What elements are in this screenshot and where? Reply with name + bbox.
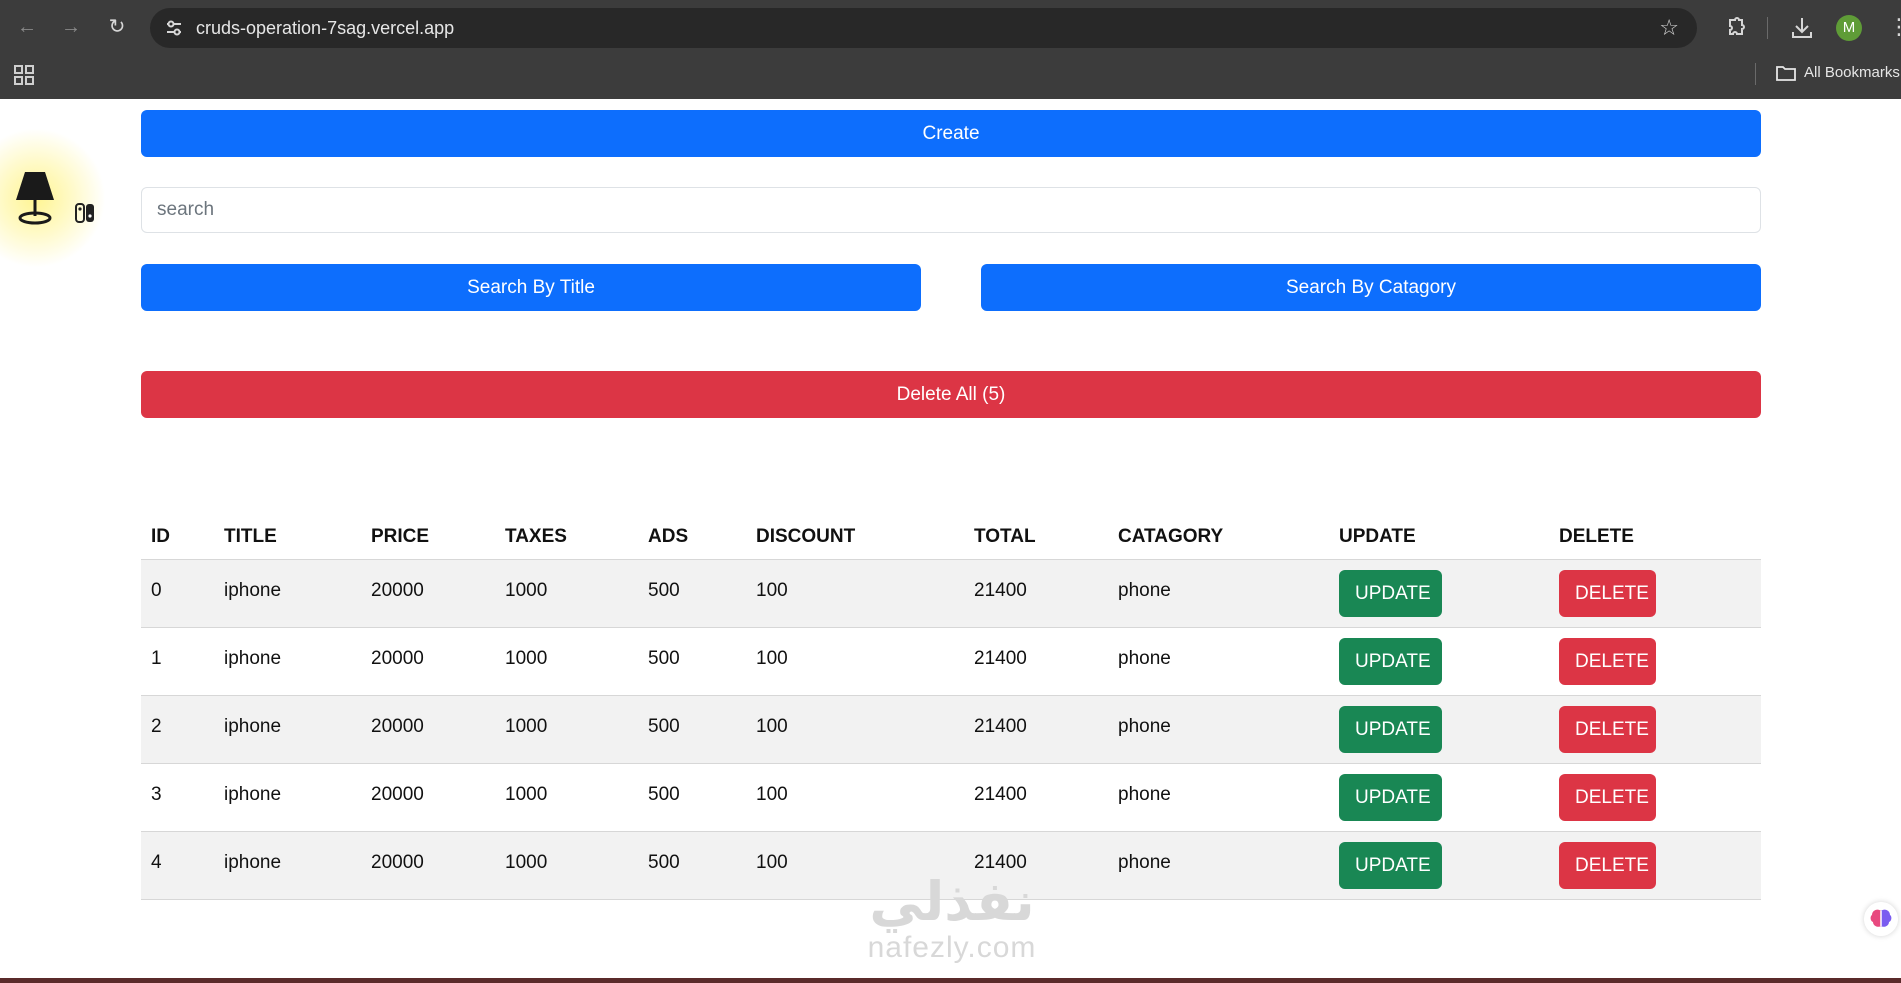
products-table: ID TITLE PRICE TAXES ADS DISCOUNT TOTAL …	[141, 514, 1761, 900]
cell-title: iphone	[224, 648, 282, 669]
cell-price: 20000	[371, 648, 424, 669]
cell-taxes: 1000	[505, 648, 548, 669]
cell-ads: 500	[648, 648, 680, 669]
watermark-latin: nafezly.com	[867, 931, 1037, 964]
bottom-edge	[0, 978, 1901, 983]
cell-ads: 500	[648, 716, 680, 737]
table-row: 1 iphone 20000 1000 500 100 21400 phone …	[141, 627, 1761, 696]
theme-switch-icon[interactable]	[74, 202, 96, 224]
cell-discount: 100	[756, 784, 788, 805]
browser-chrome: ← → ↻ cruds-operation-7sag.vercel.app ☆ …	[0, 0, 1901, 99]
folder-icon	[1776, 66, 1796, 81]
cell-taxes: 1000	[505, 784, 548, 805]
cell-id: 4	[151, 852, 162, 873]
cell-total: 21400	[974, 580, 1027, 601]
cell-category: phone	[1118, 580, 1171, 601]
cell-category: phone	[1118, 852, 1171, 873]
header-update: UPDATE	[1329, 514, 1549, 560]
header-ads: ADS	[638, 514, 746, 560]
table-row: 2 iphone 20000 1000 500 100 21400 phone …	[141, 695, 1761, 764]
delete-all-button[interactable]: Delete All (5)	[141, 371, 1761, 418]
all-bookmarks-label: All Bookmarks	[1804, 64, 1900, 81]
cell-discount: 100	[756, 852, 788, 873]
cell-taxes: 1000	[505, 716, 548, 737]
cell-category: phone	[1118, 716, 1171, 737]
cell-title: iphone	[224, 852, 282, 873]
header-category: CATAGORY	[1108, 514, 1329, 560]
all-bookmarks[interactable]: All Bookmarks	[1776, 62, 1900, 84]
cell-id: 3	[151, 784, 162, 805]
lamp-icon[interactable]	[14, 170, 56, 226]
header-taxes: TAXES	[495, 514, 638, 560]
delete-button[interactable]: DELETE	[1559, 842, 1656, 889]
address-bar[interactable]: cruds-operation-7sag.vercel.app ☆	[150, 8, 1697, 48]
cell-price: 20000	[371, 580, 424, 601]
cell-title: iphone	[224, 784, 282, 805]
cell-discount: 100	[756, 716, 788, 737]
search-by-title-button[interactable]: Search By Title	[141, 264, 921, 311]
download-icon[interactable]	[1788, 14, 1816, 42]
cell-discount: 100	[756, 648, 788, 669]
delete-button[interactable]: DELETE	[1559, 570, 1656, 617]
header-price: PRICE	[361, 514, 495, 560]
back-arrow-icon[interactable]: ←	[14, 14, 40, 40]
header-discount: DISCOUNT	[746, 514, 964, 560]
reload-icon[interactable]: ↻	[104, 14, 130, 40]
header-delete: DELETE	[1549, 514, 1761, 560]
cell-price: 20000	[371, 716, 424, 737]
more-menu-icon[interactable]: ⋮	[1888, 12, 1901, 42]
cell-taxes: 1000	[505, 580, 548, 601]
create-button[interactable]: Create	[141, 110, 1761, 157]
cell-ads: 500	[648, 852, 680, 873]
cell-category: phone	[1118, 648, 1171, 669]
update-button[interactable]: UPDATE	[1339, 638, 1442, 685]
extensions-icon[interactable]	[1722, 14, 1750, 42]
cell-total: 21400	[974, 784, 1027, 805]
bookmark-star-icon[interactable]: ☆	[1659, 16, 1679, 40]
cell-price: 20000	[371, 784, 424, 805]
site-settings-icon[interactable]	[164, 18, 184, 38]
update-button[interactable]: UPDATE	[1339, 774, 1442, 821]
cell-total: 21400	[974, 716, 1027, 737]
cell-id: 0	[151, 580, 162, 601]
table-row: 0 iphone 20000 1000 500 100 21400 phone …	[141, 559, 1761, 628]
bookmarks-separator	[1755, 63, 1756, 85]
delete-button[interactable]: DELETE	[1559, 774, 1656, 821]
cell-ads: 500	[648, 580, 680, 601]
cell-id: 2	[151, 716, 162, 737]
cell-price: 20000	[371, 852, 424, 873]
header-total: TOTAL	[964, 514, 1108, 560]
cell-ads: 500	[648, 784, 680, 805]
update-button[interactable]: UPDATE	[1339, 842, 1442, 889]
cell-title: iphone	[224, 716, 282, 737]
brain-icon[interactable]	[1864, 902, 1898, 936]
table-header-row: ID TITLE PRICE TAXES ADS DISCOUNT TOTAL …	[141, 514, 1761, 560]
cell-discount: 100	[756, 580, 788, 601]
cell-total: 21400	[974, 648, 1027, 669]
header-id: ID	[141, 514, 214, 560]
cell-id: 1	[151, 648, 162, 669]
profile-avatar[interactable]: M	[1836, 15, 1862, 41]
cell-category: phone	[1118, 784, 1171, 805]
toolbar-separator	[1767, 17, 1768, 39]
delete-button[interactable]: DELETE	[1559, 638, 1656, 685]
delete-button[interactable]: DELETE	[1559, 706, 1656, 753]
update-button[interactable]: UPDATE	[1339, 570, 1442, 617]
watermark: نفذلي nafezly.com	[842, 872, 1062, 964]
search-input[interactable]	[141, 187, 1761, 233]
forward-arrow-icon[interactable]: →	[58, 14, 84, 40]
update-button[interactable]: UPDATE	[1339, 706, 1442, 753]
cell-taxes: 1000	[505, 852, 548, 873]
url-text[interactable]: cruds-operation-7sag.vercel.app	[196, 18, 454, 38]
search-by-category-button[interactable]: Search By Catagory	[981, 264, 1761, 311]
watermark-arabic: نفذلي	[869, 872, 1035, 932]
table-row: 3 iphone 20000 1000 500 100 21400 phone …	[141, 763, 1761, 832]
header-title: TITLE	[214, 514, 361, 560]
apps-grid-icon[interactable]	[13, 64, 35, 86]
cell-title: iphone	[224, 580, 282, 601]
cell-total: 21400	[974, 852, 1027, 873]
